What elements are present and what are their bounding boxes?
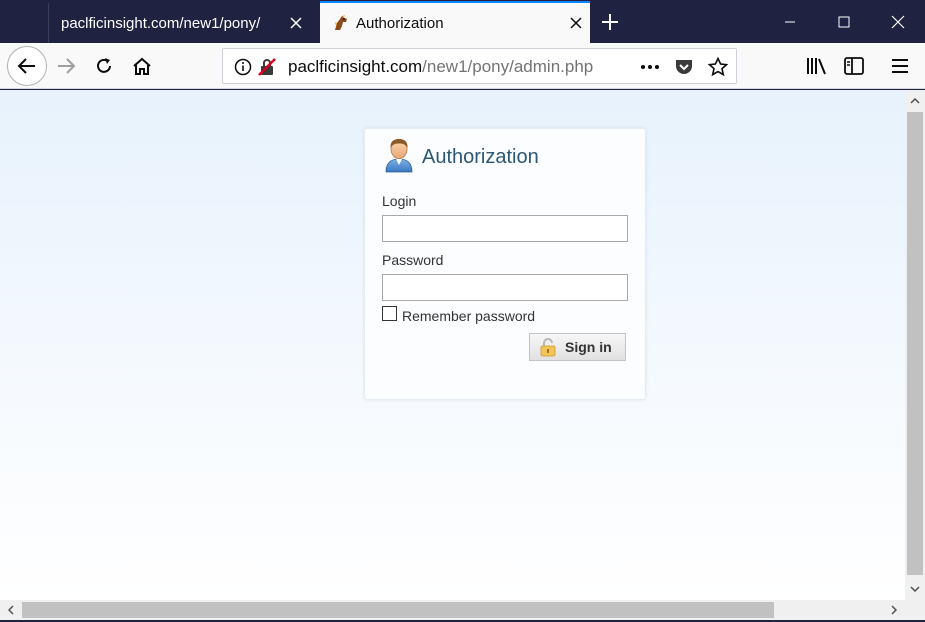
window-controls: [763, 0, 925, 43]
browser-window: paclficinsight.com/new1/pony/ Authorizat…: [0, 0, 925, 622]
maximize-icon[interactable]: [817, 0, 871, 43]
scroll-right-icon[interactable]: [885, 601, 903, 619]
scroll-down-icon[interactable]: [906, 580, 924, 598]
horizontal-scrollbar[interactable]: [0, 600, 905, 620]
login-title: Authorization: [422, 146, 539, 168]
ellipsis-icon[interactable]: [639, 56, 661, 78]
reload-icon[interactable]: [85, 47, 123, 85]
sidebar-icon[interactable]: [835, 47, 873, 85]
close-window-icon[interactable]: [871, 0, 925, 43]
login-input[interactable]: [382, 215, 628, 242]
minimize-icon[interactable]: [763, 0, 817, 43]
pony-favicon-icon: [332, 14, 350, 32]
info-icon[interactable]: [232, 56, 254, 78]
url-bar[interactable]: paclficinsight.com/new1/pony/admin.php: [222, 48, 737, 84]
url-host: paclficinsight.com: [288, 57, 423, 76]
page-content: Authorization Login Password Remember pa…: [0, 90, 905, 600]
login-label: Login: [382, 193, 417, 209]
pocket-icon[interactable]: [673, 56, 695, 78]
star-icon[interactable]: [707, 56, 729, 78]
tab-bar: paclficinsight.com/new1/pony/ Authorizat…: [0, 0, 925, 43]
scroll-up-icon[interactable]: [906, 92, 924, 110]
tab-close-icon[interactable]: [566, 13, 586, 33]
vertical-scroll-thumb[interactable]: [907, 112, 923, 575]
navigation-toolbar: paclficinsight.com/new1/pony/admin.php: [0, 43, 925, 89]
remember-password-checkbox[interactable]: [382, 306, 397, 321]
url-text[interactable]: paclficinsight.com/new1/pony/admin.php: [288, 57, 593, 77]
tab-title: paclficinsight.com/new1/pony/: [61, 14, 261, 32]
insecure-lock-icon[interactable]: [256, 56, 278, 78]
login-panel: Authorization Login Password Remember pa…: [364, 128, 646, 400]
scroll-left-icon[interactable]: [2, 601, 20, 619]
remember-password-label[interactable]: Remember password: [402, 308, 535, 324]
hamburger-icon[interactable]: [881, 47, 919, 85]
scrollbar-corner: [905, 600, 925, 620]
tab-active[interactable]: Authorization: [320, 1, 590, 43]
user-avatar-icon: [383, 137, 415, 173]
tab-close-icon[interactable]: [286, 13, 306, 33]
tab-inactive[interactable]: paclficinsight.com/new1/pony/: [48, 3, 320, 43]
tab-title: Authorization: [356, 14, 444, 32]
horizontal-scroll-thumb[interactable]: [22, 602, 774, 618]
forward-arrow-icon[interactable]: [47, 47, 85, 85]
home-icon[interactable]: [123, 47, 161, 85]
sign-in-label: Sign in: [565, 339, 612, 355]
vertical-scrollbar[interactable]: [905, 90, 925, 600]
sign-in-button[interactable]: Sign in: [529, 333, 626, 361]
back-arrow-icon[interactable]: [7, 46, 47, 86]
url-path: /new1/pony/admin.php: [422, 57, 594, 76]
password-input[interactable]: [382, 274, 628, 301]
new-tab-plus-icon[interactable]: [598, 10, 622, 34]
padlock-icon: [539, 337, 557, 357]
library-icon[interactable]: [797, 47, 835, 85]
password-label: Password: [382, 252, 444, 268]
